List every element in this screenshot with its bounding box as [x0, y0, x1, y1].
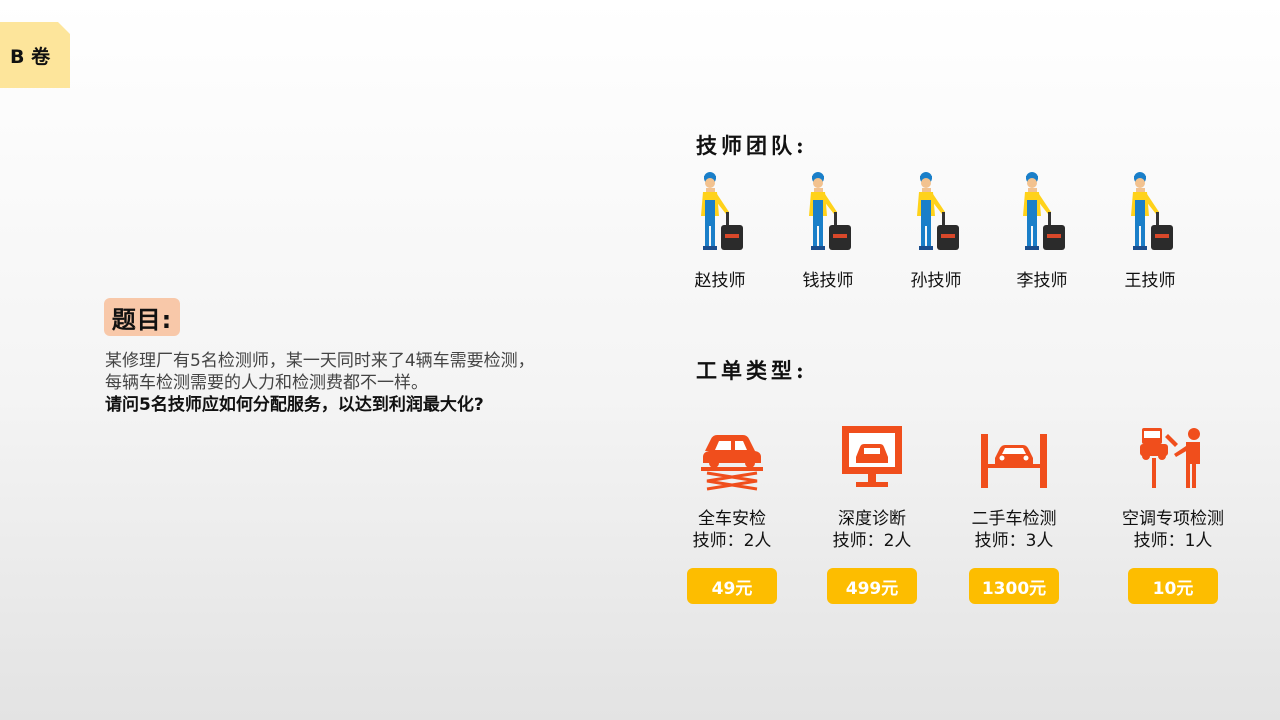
- car-lift-icon: [701, 435, 763, 491]
- technician-with-toolbox-icon: [809, 172, 851, 250]
- work-order-card: 全车安检 技师：2人 49元: [662, 422, 802, 604]
- technician-with-toolbox-icon: [1131, 172, 1173, 250]
- technician-card: 李技师: [1007, 170, 1077, 291]
- technician-card: 赵技师: [685, 170, 755, 291]
- work-order-techs: 技师：3人: [974, 531, 1054, 551]
- question-text: 某修理厂有5名检测师，某一天同时来了4辆车需要检测，每辆车检测需要的人力和检测费…: [105, 351, 535, 393]
- technician-with-toolbox-icon: [917, 172, 959, 250]
- work-order-techs: 技师：2人: [692, 531, 772, 551]
- work-order-price: 499元: [827, 568, 917, 604]
- technician-card: 孙技师: [901, 170, 971, 291]
- work-order-techs: 技师：2人: [832, 531, 912, 551]
- work-order-card: 空调专项检测 技师：1人 10元: [1103, 422, 1243, 604]
- work-order-card: 二手车检测 技师：3人 1300元: [944, 422, 1084, 604]
- technician-card: 钱技师: [793, 170, 863, 291]
- work-order-name: 深度诊断: [838, 509, 906, 529]
- technician-name: 王技师: [1124, 271, 1176, 291]
- question-title: 题目:: [104, 298, 180, 336]
- work-order-price: 1300元: [969, 568, 1059, 604]
- technician-with-toolbox-icon: [1023, 172, 1065, 250]
- technician-with-toolbox-icon: [701, 172, 743, 250]
- diagnostic-monitor-icon: [842, 426, 902, 487]
- technician-name: 赵技师: [694, 271, 746, 291]
- work-order-section-title: 工单类型:: [696, 358, 808, 383]
- work-order-name: 空调专项检测: [1122, 509, 1224, 529]
- question-title-label: 题目:: [111, 305, 173, 334]
- paper-version-tag: B 卷: [0, 22, 70, 88]
- question-ask: 请问5名技师应如何分配服务，以达到利润最大化?: [105, 395, 484, 415]
- technician-card: 王技师: [1115, 170, 1185, 291]
- paper-version-label: B 卷: [10, 45, 51, 68]
- team-section-title: 技师团队:: [696, 133, 808, 158]
- technician-name: 李技师: [1016, 271, 1068, 291]
- car-bay-icon: [981, 434, 1047, 488]
- work-order-card: 深度诊断 技师：2人 499元: [802, 422, 942, 604]
- work-order-price: 10元: [1128, 568, 1218, 604]
- work-order-name: 二手车检测: [971, 509, 1057, 529]
- technician-name: 孙技师: [910, 271, 962, 291]
- work-order-price: 49元: [687, 568, 777, 604]
- work-order-techs: 技师：1人: [1133, 531, 1213, 551]
- technician-name: 钱技师: [802, 271, 854, 291]
- question-body: 某修理厂有5名检测师，某一天同时来了4辆车需要检测，每辆车检测需要的人力和检测费…: [105, 350, 550, 416]
- mechanic-repair-icon: [1140, 428, 1200, 488]
- work-order-name: 全车安检: [698, 509, 766, 529]
